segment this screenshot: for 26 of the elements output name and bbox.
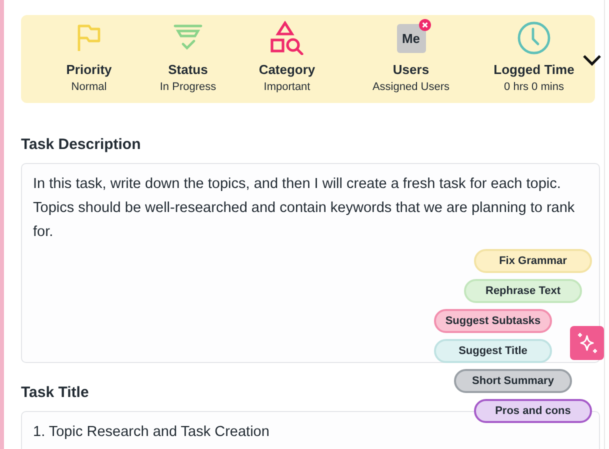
field-value: Normal: [71, 81, 107, 93]
field-value: In Progress: [160, 81, 216, 93]
flag-icon: [75, 23, 103, 53]
field-value: Assigned Users: [372, 81, 450, 93]
field-value: Important: [264, 81, 310, 93]
expand-button[interactable]: [581, 53, 603, 67]
ai-action-button[interactable]: Short Summary: [454, 369, 572, 393]
sparkle-icon: [575, 331, 599, 355]
shapes-search-icon: [269, 21, 305, 55]
field-label: Status: [168, 62, 208, 77]
section-label: Task Description: [21, 136, 142, 153]
field-label: Users: [392, 62, 430, 77]
user-avatar[interactable]: Me: [396, 24, 426, 52]
ai-action-button[interactable]: Pros and cons: [474, 399, 592, 423]
ai-sparkle-button[interactable]: [570, 326, 604, 360]
field-label: Category: [258, 62, 316, 77]
field-value: 0 hrs 0 mins: [504, 81, 564, 93]
ai-action-button[interactable]: Fix Grammar: [474, 249, 592, 273]
ai-action-button[interactable]: Suggest Subtasks: [434, 309, 552, 333]
remove-icon[interactable]: [418, 18, 430, 30]
ai-action-button[interactable]: Suggest Title: [434, 339, 552, 363]
field-label: Logged Time: [494, 62, 574, 77]
clock-icon: [517, 21, 551, 55]
section-label: Task Title: [21, 384, 90, 401]
ai-action-button[interactable]: Rephrase Text: [464, 279, 582, 303]
field-label: Priority: [66, 62, 112, 77]
